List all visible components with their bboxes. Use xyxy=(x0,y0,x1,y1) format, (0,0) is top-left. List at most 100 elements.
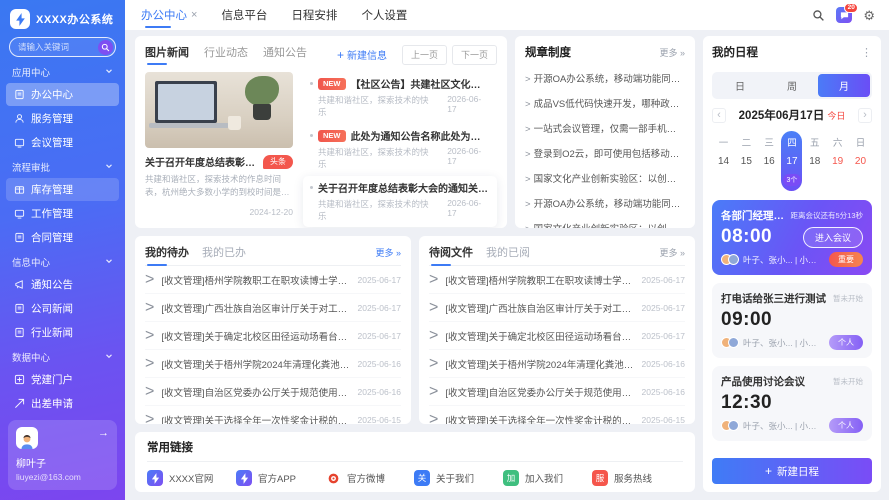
file-item[interactable]: >[收文管理]梧州学院教职工在职攻读博士学位管理办法(修订)2025-06-17 xyxy=(429,266,685,294)
prev-date-button[interactable]: ‹ xyxy=(712,108,726,123)
todo-tab-done[interactable]: 我的已办 xyxy=(202,244,246,260)
todo-more-link[interactable]: 更多 » xyxy=(375,246,401,259)
close-icon[interactable]: × xyxy=(191,9,197,21)
news-tab-notice[interactable]: 通知公告 xyxy=(263,44,307,65)
todo-item[interactable]: >[收文管理]自治区党委办公厅关于规范使用党内同志称谓的通知2025-06-16 xyxy=(145,378,401,406)
link-weibo[interactable]: 官方微博 xyxy=(325,470,414,486)
sidebar-item-label: 服务管理 xyxy=(31,111,73,126)
calendar-day[interactable]: 三16 xyxy=(759,131,780,172)
calendar-day[interactable]: 六19 xyxy=(827,131,848,172)
feature-title[interactable]: 关于召开年度总结表彰大会的通知 xyxy=(145,154,258,169)
join-meeting-button[interactable]: 进入会议 xyxy=(803,227,863,248)
tab-info-platform[interactable]: 信息平台 xyxy=(221,0,267,30)
next-date-button[interactable]: › xyxy=(858,108,872,123)
link-hotline[interactable]: 服 服务热线 xyxy=(592,470,681,486)
view-day-button[interactable]: 日 xyxy=(714,74,766,97)
tab-label: 办公中心 xyxy=(141,7,187,23)
work-mgmt-icon xyxy=(14,208,25,219)
calendar-day[interactable]: 二15 xyxy=(736,131,757,172)
link-join-us[interactable]: 加 加入我们 xyxy=(503,470,592,486)
sidebar-section-data-center[interactable]: 数据中心 xyxy=(6,345,119,367)
new-info-button[interactable]: + 新建信息 xyxy=(337,47,387,62)
user-card[interactable]: → 柳叶子 liuyezi@163.com xyxy=(8,420,117,490)
calendar-day-selected[interactable]: 四173个 xyxy=(781,131,802,191)
new-schedule-button[interactable]: + 新建日程 xyxy=(712,458,872,484)
bullet-icon xyxy=(310,134,313,137)
link-official-app[interactable]: 官方APP xyxy=(236,470,325,486)
view-month-button[interactable]: 月 xyxy=(818,74,870,97)
next-page-button[interactable]: 下一页 xyxy=(452,45,497,65)
rule-item[interactable]: >国家文化产业创新实验区：以创新推动产业发展 xyxy=(525,165,685,190)
arrow-right-icon[interactable]: → xyxy=(98,427,109,439)
more-menu-icon[interactable]: ⋮ xyxy=(861,46,872,59)
tab-schedule[interactable]: 日程安排 xyxy=(291,0,337,30)
file-item[interactable]: >[收文管理]关于确定北校区田径运动场看台下方办公室改造工...2025-06-… xyxy=(429,322,685,350)
news-list-item[interactable]: NEW 【社区公告】共建社区文化与生态，一起奔 共建和谐社区，探索技术的快乐20… xyxy=(303,72,497,123)
sidebar-search-input[interactable] xyxy=(18,42,98,52)
sidebar-item-contract-mgmt[interactable]: 合同管理 xyxy=(6,226,119,249)
news-tab-photo[interactable]: 图片新闻 xyxy=(145,44,189,65)
todo-item[interactable]: >[收文管理]梧州学院教职工在职攻读博士学位管理办法(修订)2025-06-17 xyxy=(145,266,401,294)
rule-item[interactable]: >开源OA办公系统，移动端功能同样全面 xyxy=(525,190,685,215)
files-tab-read[interactable]: 我的已阅 xyxy=(486,244,530,260)
file-item[interactable]: >[收文管理]自治区党委办公厅关于规范使用党内同志称谓的通知2025-06-16 xyxy=(429,378,685,406)
sidebar-section-info-center[interactable]: 信息中心 xyxy=(6,250,119,272)
meeting-card[interactable]: 打电话给张三进行测试 暂未开始 09:00 叶子、张小... | 小会议室 个人 xyxy=(712,283,872,358)
todo-item[interactable]: >[收文管理]关于确定北校区田径运动场看台下方办公室改造工...2025-06-… xyxy=(145,322,401,350)
calendar-day[interactable]: 五18 xyxy=(804,131,825,172)
search-icon[interactable] xyxy=(812,9,825,22)
chevron-right-icon: > xyxy=(525,74,531,85)
sidebar-item-notice[interactable]: 通知公告 xyxy=(6,273,119,296)
file-item[interactable]: >[收文管理]广西壮族自治区审计厅关于对工程项目地质勘察实...2025-06-… xyxy=(429,294,685,322)
sidebar-item-industry-news[interactable]: 行业新闻 xyxy=(6,321,119,344)
topbar-tabs: 办公中心 × 信息平台 日程安排 个人设置 xyxy=(141,0,431,30)
link-official-site[interactable]: XXXX官网 xyxy=(147,470,236,486)
news-list-item[interactable]: 关于召开年度总结表彰大会的通知关于召开年度总结 共建和谐社区，探索技术的快乐20… xyxy=(303,176,497,227)
news-tab-industry[interactable]: 行业动态 xyxy=(204,44,248,65)
app-title: XXXX办公系统 xyxy=(36,11,113,27)
message-icon[interactable]: 20 xyxy=(836,7,852,23)
files-tab-unread[interactable]: 待阅文件 xyxy=(429,244,473,260)
calendar-day[interactable]: 一14 xyxy=(713,131,734,172)
rule-item[interactable]: >登录到O2云，即可使用包括移动办公在内的所有功能! xyxy=(525,140,685,165)
todo-item[interactable]: >[收文管理]关于梧州学院2024年清理化粪池服务项目评审小组...2025-0… xyxy=(145,350,401,378)
sidebar-item-office-center[interactable]: 办公中心 xyxy=(6,83,119,106)
todo-item[interactable]: >[收文管理]关于选择全年一次性奖金计税的通知2025-06-15 xyxy=(145,406,401,424)
news-list-item[interactable]: NEW 此处为通知公告名称此处为通知公告名称 共建和谐社区，探索技术的快乐202… xyxy=(303,124,497,175)
files-more-link[interactable]: 更多 » xyxy=(659,246,685,259)
sidebar-section-process-approval[interactable]: 流程审批 xyxy=(6,155,119,177)
view-switcher: 日 周 月 xyxy=(712,72,872,99)
meeting-card[interactable]: 各部门经理小会议 距离会议还有5分13秒 08:00 进入会议 叶子、张小...… xyxy=(712,200,872,275)
tab-personal-settings[interactable]: 个人设置 xyxy=(361,0,407,30)
meeting-card[interactable]: 产品使用讨论会议 暂未开始 12:30 叶子、张小... | 小会议室 个人 xyxy=(712,366,872,441)
news-feature-card[interactable]: 关于召开年度总结表彰大会的通知 头条 共建和谐社区，探索技术的作息时间表，杭州绝… xyxy=(145,72,293,228)
sidebar-item-travel-request[interactable]: 出差申请 xyxy=(6,392,119,415)
sidebar-item-meeting-mgmt[interactable]: 会议管理 xyxy=(6,131,119,154)
todo-item[interactable]: >[收文管理]广西壮族自治区审计厅关于对工程项目地质勘察实...2025-06-… xyxy=(145,294,401,322)
sidebar-item-service-mgmt[interactable]: 服务管理 xyxy=(6,107,119,130)
sidebar-item-party-portal[interactable]: 党建门户 xyxy=(6,368,119,391)
countdown-label: 距离会议还有5分13秒 xyxy=(790,210,863,221)
tab-office-center[interactable]: 办公中心 × xyxy=(141,0,197,30)
search-icon[interactable] xyxy=(98,40,113,55)
section-label: 信息中心 xyxy=(12,255,50,269)
rule-item[interactable]: >一站式会议管理，仅需一部手机就搞定 xyxy=(525,115,685,140)
gear-icon[interactable]: ⚙ xyxy=(863,9,875,22)
todo-tab-pending[interactable]: 我的待办 xyxy=(145,244,189,260)
sidebar-item-work-mgmt[interactable]: 工作管理 xyxy=(6,202,119,225)
view-week-button[interactable]: 周 xyxy=(766,74,818,97)
contract-mgmt-icon xyxy=(14,232,25,243)
prev-page-button[interactable]: 上一页 xyxy=(402,45,447,65)
link-about-us[interactable]: 关 关于我们 xyxy=(414,470,503,486)
file-item[interactable]: >[收文管理]关于选择全年一次性奖金计税的通知2025-06-15 xyxy=(429,406,685,424)
rule-item[interactable]: >国家文化产业创新实验区：以创新推动产业发展 xyxy=(525,215,685,228)
sidebar-section-app-center[interactable]: 应用中心 xyxy=(6,60,119,82)
links-panel: 常用链接 XXXX官网 官方APP 官方微博 xyxy=(135,432,695,492)
rules-more-link[interactable]: 更多 » xyxy=(659,46,685,59)
file-item[interactable]: >[收文管理]关于梧州学院2024年清理化粪池服务项目评审小组...2025-0… xyxy=(429,350,685,378)
sidebar-item-inventory-mgmt[interactable]: 库存管理 xyxy=(6,178,119,201)
rule-item[interactable]: >开源OA办公系统，移动端功能同样全面 xyxy=(525,65,685,90)
calendar-day[interactable]: 日20 xyxy=(850,131,871,172)
sidebar-item-company-news[interactable]: 公司新闻 xyxy=(6,297,119,320)
rule-item[interactable]: >成品VS低代码快速开发，哪种政务OA系统更好呢？ xyxy=(525,90,685,115)
